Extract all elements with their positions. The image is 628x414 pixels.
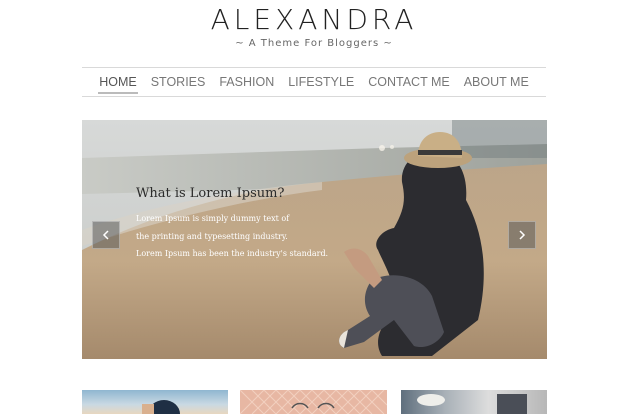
slide-text-line: the printing and typesetting industry. — [136, 231, 288, 241]
chevron-left-icon — [102, 230, 109, 240]
slide-heading: What is Lorem Ipsum? — [136, 186, 285, 201]
slide-text-line: Lorem Ipsum has been the industry's stan… — [136, 249, 329, 258]
post-thumbnail[interactable] — [240, 390, 387, 414]
slide-text-line: Lorem Ipsum is simply dummy text of — [136, 214, 290, 223]
nav-item-fashion[interactable]: FASHION — [218, 75, 275, 89]
post-thumbnail-image — [240, 390, 387, 414]
nav-item-stories[interactable]: STORIES — [150, 75, 207, 89]
main-nav: HOME STORIES FASHION LIFESTYLE CONTACT M… — [82, 68, 546, 96]
slider-prev-button[interactable] — [92, 221, 120, 249]
nav-bottom-divider — [82, 96, 546, 97]
site-tagline: ~ A Theme For Bloggers ~ — [235, 38, 393, 49]
post-thumbnail[interactable] — [82, 390, 228, 414]
slide-caption: What is Lorem Ipsum? Lorem Ipsum is simp… — [136, 186, 328, 263]
post-thumbnail[interactable] — [401, 390, 547, 414]
hero-slider[interactable]: What is Lorem Ipsum? Lorem Ipsum is simp… — [82, 120, 547, 359]
nav-item-about-me[interactable]: ABOUT ME — [463, 75, 530, 89]
chevron-right-icon — [519, 230, 526, 240]
nav-item-home[interactable]: HOME — [98, 75, 138, 94]
slider-next-button[interactable] — [508, 221, 536, 249]
nav-item-lifestyle[interactable]: LIFESTYLE — [287, 75, 355, 89]
post-thumbnail-image — [142, 400, 180, 414]
post-thumbnail-image — [417, 394, 527, 414]
site-title[interactable]: ALEXANDRA — [0, 3, 628, 36]
nav-item-contact-me[interactable]: CONTACT ME — [367, 75, 450, 89]
